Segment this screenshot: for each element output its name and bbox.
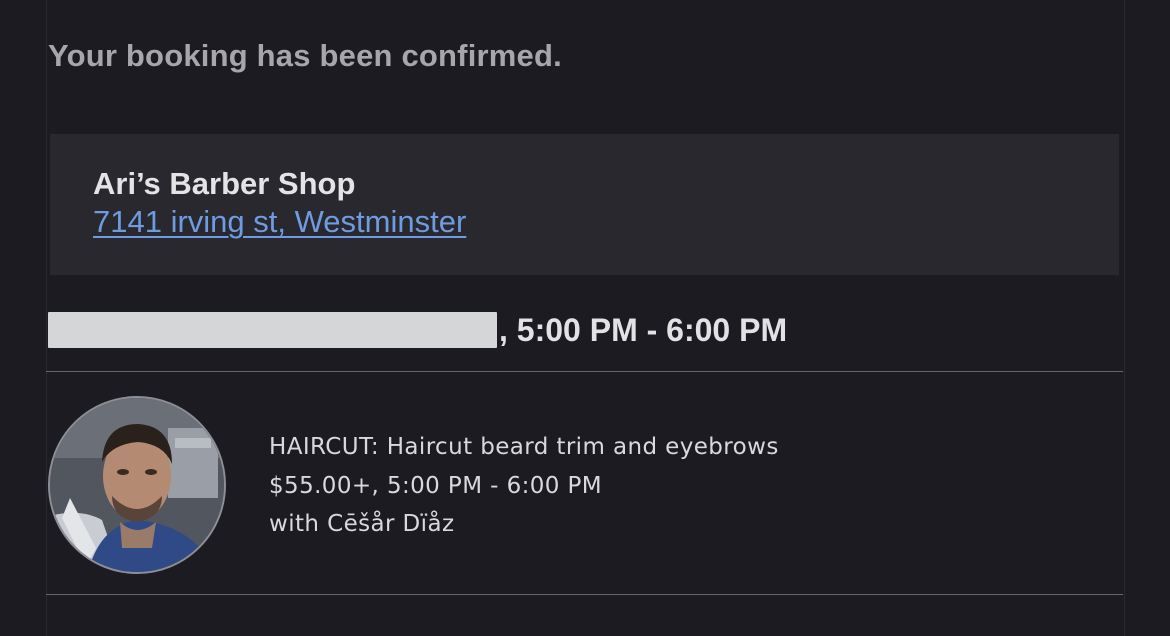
shop-address-link[interactable]: 7141 irving st, Westminster (93, 204, 466, 240)
avatar-photo-icon (50, 398, 224, 572)
redacted-date (48, 312, 497, 348)
shop-name: Ari’s Barber Shop (93, 166, 356, 201)
appointment-datetime: , 5:00 PM - 6:00 PM (48, 308, 787, 352)
staff-avatar (48, 396, 226, 574)
content-border-left (46, 0, 47, 636)
divider (46, 594, 1123, 595)
confirmation-heading: Your booking has been confirmed. (48, 38, 562, 73)
appointment-time-range: , 5:00 PM - 6:00 PM (499, 311, 788, 348)
service-details: HAIRCUT: Haircut beard trim and eyebrows… (269, 428, 779, 544)
shop-card: Ari’s Barber Shop 7141 irving st, Westmi… (50, 134, 1119, 275)
content-border-right (1124, 0, 1125, 636)
service-price-time: $55.00+, 5:00 PM - 6:00 PM (269, 472, 603, 499)
divider (46, 371, 1123, 372)
booking-confirmation-page: Your booking has been confirmed. Ari’s B… (0, 0, 1170, 636)
service-staff: with Cēšår Dïåz (269, 511, 455, 537)
service-title: HAIRCUT: Haircut beard trim and eyebrows (269, 434, 779, 460)
